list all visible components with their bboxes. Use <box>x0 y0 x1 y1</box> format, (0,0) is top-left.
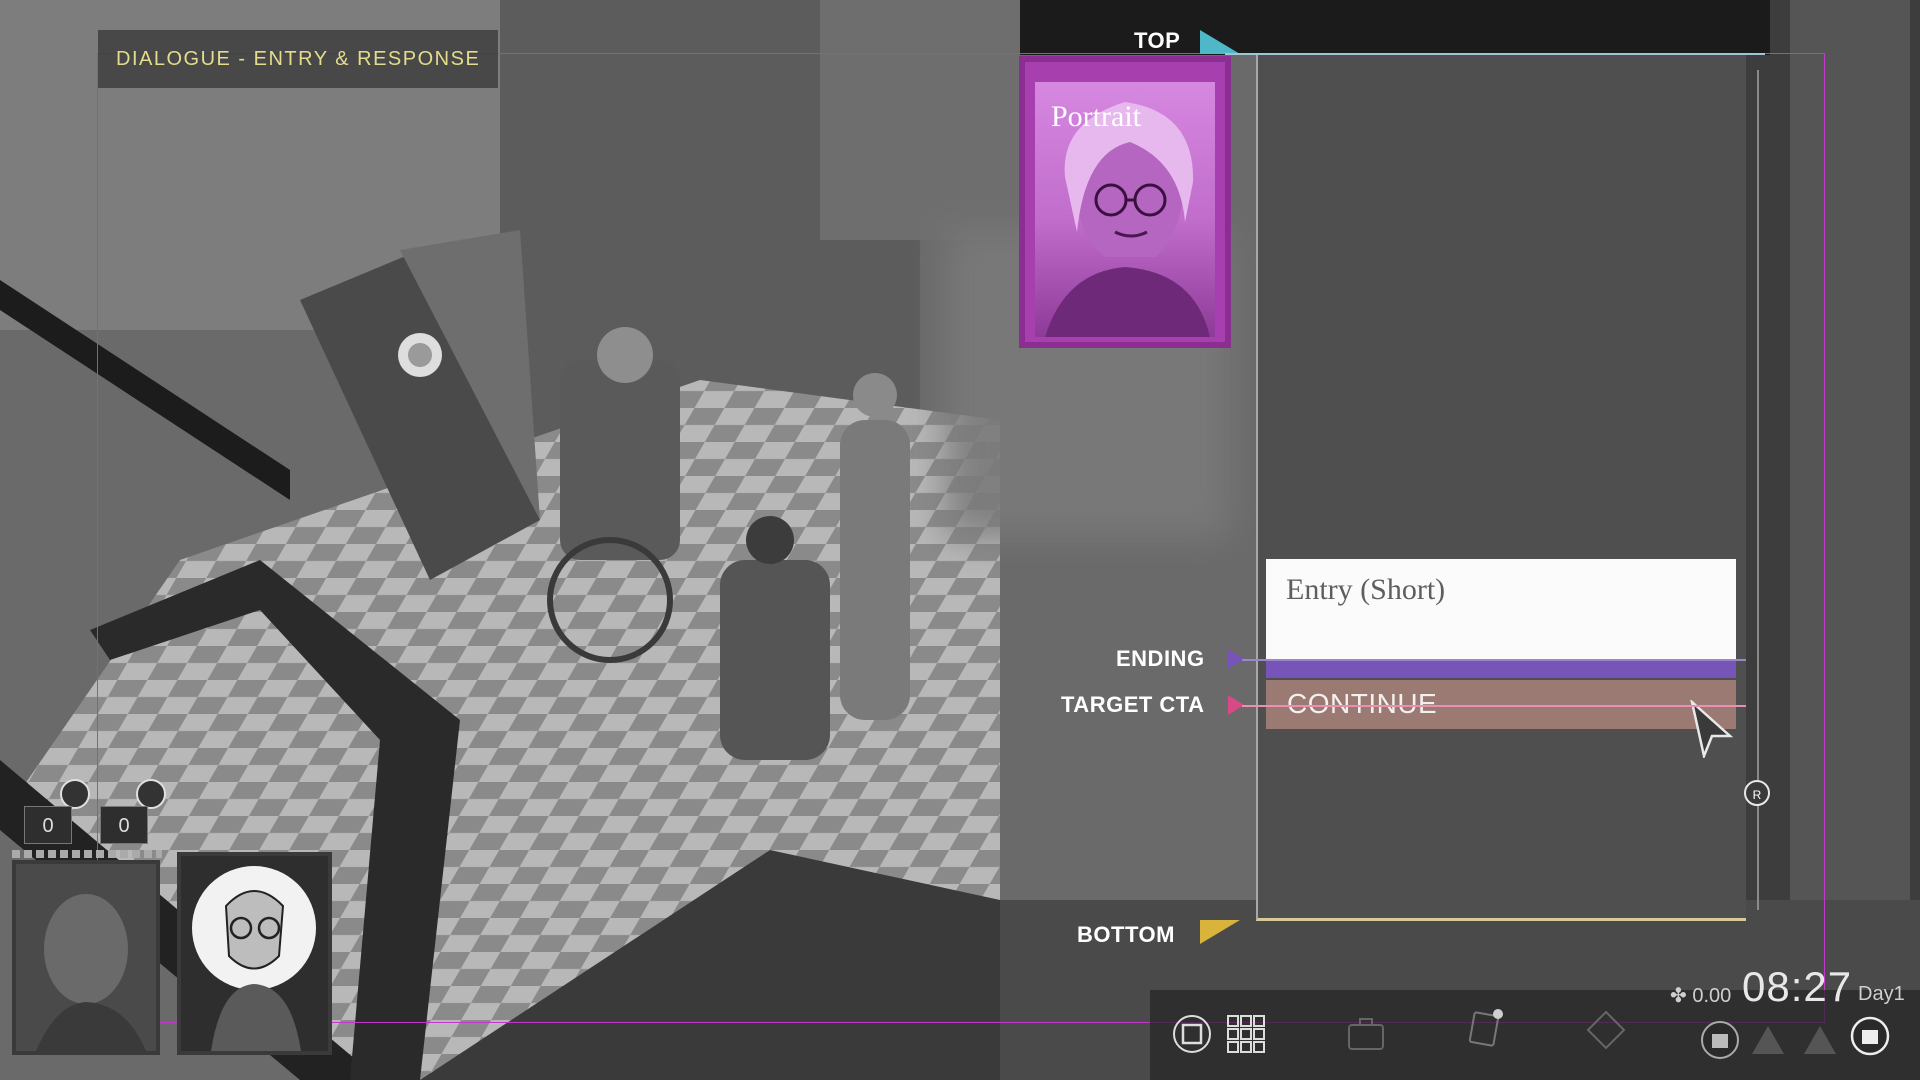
bottom-marker-label: BOTTOM <box>1077 922 1175 947</box>
target-cta-guide-line <box>1242 705 1746 707</box>
target-cta-marker-label: TARGET CTA <box>1061 692 1205 717</box>
gamepad-icon[interactable] <box>60 779 90 809</box>
mouse-cursor-icon <box>1690 700 1734 758</box>
clock-display: 08:27 <box>1742 963 1853 1010</box>
grid-view-icon[interactable] <box>1226 1014 1266 1054</box>
party-member-2-face-icon <box>181 856 328 1051</box>
single-view-icon[interactable] <box>1172 1014 1212 1054</box>
dialogue-panel <box>1256 53 1746 921</box>
character-3-icon[interactable] <box>1800 1020 1840 1060</box>
continue-label: CONTINUE <box>1287 688 1438 719</box>
top-marker-arrow-icon <box>1200 30 1240 54</box>
top-marker-label: TOP <box>1134 28 1181 53</box>
scroll-r-button[interactable]: R <box>1744 780 1770 806</box>
party-member-1-face-icon <box>16 864 156 1051</box>
character-2-icon[interactable] <box>1748 1020 1788 1060</box>
ending-guide-line <box>1242 659 1746 661</box>
day-display: Day1 <box>1858 983 1905 1005</box>
character-1-icon[interactable] <box>1700 1020 1740 1060</box>
ending-bar <box>1266 659 1736 678</box>
party-member-1-portrait[interactable] <box>12 860 160 1055</box>
xp-pips <box>12 850 162 858</box>
gamepad-icon[interactable] <box>136 779 166 809</box>
party-member-2-portrait[interactable] <box>177 852 332 1055</box>
entry-text: Entry (Short) <box>1286 573 1446 606</box>
counter-box: 0 <box>24 806 72 844</box>
bottom-marker-arrow-icon <box>1200 920 1240 944</box>
portrait-title: Portrait <box>1051 100 1141 133</box>
speaker-portrait: Portrait <box>1019 56 1231 348</box>
ending-marker-label: ENDING <box>1116 646 1205 671</box>
journal-icon[interactable] <box>1466 1008 1506 1048</box>
dialogue-entry: Entry (Short) <box>1266 559 1736 659</box>
top-guide-line <box>1225 53 1765 55</box>
briefcase-icon[interactable] <box>1346 1014 1386 1054</box>
section-label: DIALOGUE - ENTRY & RESPONSE <box>98 30 499 88</box>
counter-box: 0 <box>100 806 148 844</box>
money-value: 0.00 <box>1692 985 1732 1007</box>
map-icon[interactable] <box>1586 1010 1626 1050</box>
money-display: ✤ 0.00 <box>1670 985 1732 1007</box>
section-label-text: DIALOGUE - ENTRY & RESPONSE <box>116 47 481 70</box>
character-4-icon[interactable] <box>1850 1016 1890 1056</box>
